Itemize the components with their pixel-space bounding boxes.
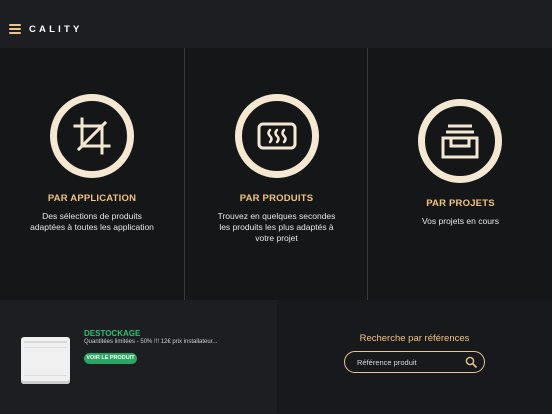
crop-icon — [50, 94, 134, 178]
category-title: PAR APPLICATION — [47, 193, 137, 204]
hamburger-menu-icon[interactable] — [9, 24, 21, 34]
category-par-application[interactable]: PAR APPLICATION Des sélections de produi… — [0, 48, 184, 300]
search-title: Recherche par références — [359, 333, 470, 344]
radiator-product-image — [21, 337, 70, 384]
category-par-projets[interactable]: PAR PROJETS Vos projets en cours — [367, 48, 552, 300]
archive-tray-icon — [418, 99, 502, 183]
brand-logo: CALITY — [29, 24, 83, 35]
category-par-produits[interactable]: PAR PRODUITS Trouvez en quelques seconde… — [184, 48, 368, 300]
category-title: PAR PROJETS — [426, 198, 495, 209]
view-product-button[interactable]: VOIR LE PRODUIT — [84, 353, 137, 364]
category-title: PAR PRODUITS — [239, 193, 314, 204]
search-input[interactable] — [357, 352, 462, 372]
category-description: Trouvez en quelques secondes les produit… — [217, 211, 336, 243]
heater-icon — [235, 94, 319, 178]
promo-title: DESTOCKAGE — [84, 329, 141, 338]
reference-search-field[interactable] — [344, 351, 485, 373]
category-description: Des sélections de produits adaptées à to… — [30, 211, 154, 232]
top-bar: CALITY — [0, 0, 552, 48]
search-icon[interactable] — [465, 356, 477, 368]
promo-text: Quantitées limitées - 50% !!! 12€ prix i… — [84, 339, 218, 345]
category-description: Vos projets en cours — [421, 216, 499, 226]
